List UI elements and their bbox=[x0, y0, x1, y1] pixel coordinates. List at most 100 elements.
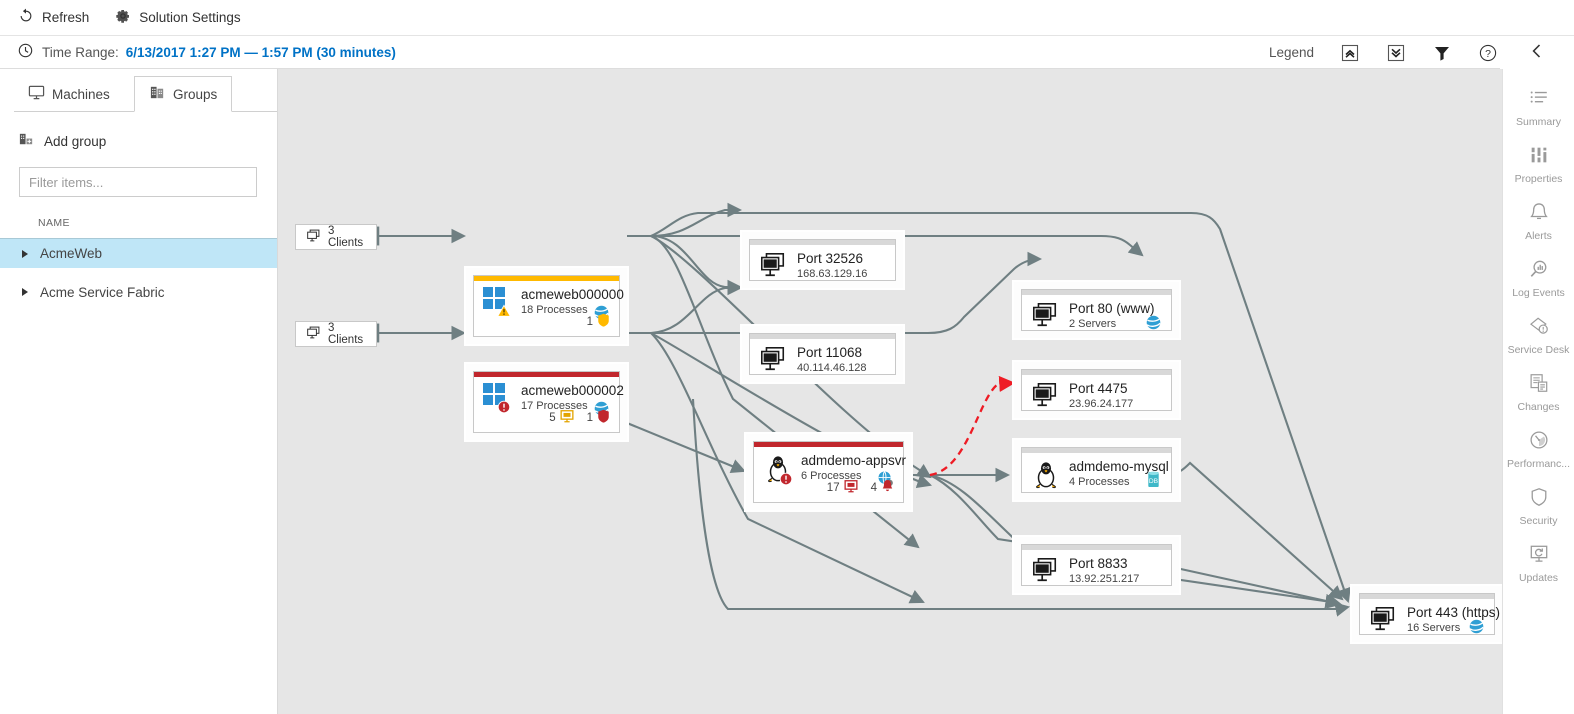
filter-icon[interactable] bbox=[1432, 43, 1452, 63]
badge-count: 1 bbox=[587, 412, 593, 424]
updates-icon bbox=[1528, 543, 1550, 568]
machine-name: acmeweb000002 bbox=[521, 383, 610, 398]
rail-item-summary[interactable]: Summary bbox=[1503, 79, 1574, 136]
rail-item-updates[interactable]: Updates bbox=[1503, 535, 1574, 592]
port-address: 23.96.24.177 bbox=[1069, 397, 1133, 411]
svg-text:DB: DB bbox=[1149, 478, 1159, 485]
group-row-acme-service-fabric[interactable]: Acme Service Fabric bbox=[0, 277, 277, 307]
clock-icon bbox=[18, 43, 33, 61]
add-group-icon bbox=[18, 131, 35, 151]
performance-gauge-icon bbox=[1528, 429, 1550, 454]
legend-button[interactable]: Legend bbox=[1269, 45, 1314, 60]
rail-item-service-desk[interactable]: Service Desk bbox=[1503, 307, 1574, 364]
port-node-11068[interactable]: Port 11068 40.114.46.128 bbox=[741, 325, 904, 383]
machine-node-admdemo-appsvr[interactable]: admdemo-appsvr 6 Processes 17 bbox=[745, 433, 912, 511]
monitor-icon bbox=[28, 84, 45, 104]
time-range-label: Time Range: bbox=[42, 45, 119, 60]
expand-caret-icon[interactable] bbox=[22, 288, 28, 296]
collapse-all-icon[interactable] bbox=[1340, 43, 1360, 63]
panel-tabs: Machines bbox=[0, 76, 277, 112]
rail-item-properties[interactable]: Properties bbox=[1503, 136, 1574, 193]
badge-security-warning[interactable]: 1 bbox=[587, 313, 610, 330]
machine-node-acmeweb000002[interactable]: acmeweb000002 17 Processes 5 bbox=[465, 363, 628, 441]
windows-icon bbox=[483, 383, 517, 415]
badge-monitor-critical[interactable]: 17 bbox=[827, 479, 858, 496]
expand-all-icon[interactable] bbox=[1386, 43, 1406, 63]
port-node-32526[interactable]: Port 32526 168.63.129.16 bbox=[741, 231, 904, 289]
machine-badges: 5 1 bbox=[549, 409, 610, 426]
servers-icon bbox=[1031, 556, 1065, 588]
rail-item-log-events[interactable]: Log Events bbox=[1503, 250, 1574, 307]
machine-node-acmeweb000000[interactable]: acmeweb000000 18 Processes 1 bbox=[465, 267, 628, 345]
right-rail: Summary Properties bbox=[1502, 69, 1574, 714]
refresh-icon bbox=[18, 8, 34, 27]
group-row-acmeweb[interactable]: AcmeWeb bbox=[0, 238, 277, 268]
machine-name: acmeweb000000 bbox=[521, 287, 610, 302]
servers-icon bbox=[1369, 605, 1403, 637]
machine-badges: 17 4 bbox=[827, 479, 894, 496]
bell-critical-icon bbox=[881, 479, 894, 496]
failed-connection-edge bbox=[930, 383, 1013, 475]
time-range-value[interactable]: 6/13/2017 1:27 PM — 1:57 PM (30 minutes) bbox=[126, 45, 396, 60]
port-node-443[interactable]: Port 443 (https) 16 Servers bbox=[1351, 585, 1502, 643]
time-range-bar: Time Range: 6/13/2017 1:27 PM — 1:57 PM … bbox=[0, 36, 1574, 69]
rail-item-performance[interactable]: Performanc... bbox=[1503, 421, 1574, 478]
machine-name: admdemo-appsvr bbox=[801, 453, 894, 468]
critical-badge-icon bbox=[497, 400, 511, 414]
badge-monitor-warning[interactable]: 5 bbox=[549, 409, 573, 426]
help-icon[interactable]: ? bbox=[1478, 43, 1498, 63]
shield-warning-icon bbox=[597, 313, 610, 330]
filter-input[interactable] bbox=[19, 167, 257, 197]
servers-icon bbox=[759, 345, 793, 377]
port-address: 13.92.251.217 bbox=[1069, 572, 1139, 586]
linux-icon bbox=[763, 453, 797, 485]
client-label: 3 Clients bbox=[328, 225, 366, 249]
servers-icon bbox=[1031, 381, 1065, 413]
add-group-label: Add group bbox=[44, 134, 106, 149]
group-name: AcmeWeb bbox=[40, 246, 102, 261]
log-events-icon bbox=[1528, 258, 1550, 283]
badge-alerts-critical[interactable]: 4 bbox=[871, 479, 894, 496]
rail-item-security[interactable]: Security bbox=[1503, 478, 1574, 535]
groups-icon bbox=[149, 84, 166, 104]
port-address: 40.114.46.128 bbox=[797, 361, 867, 375]
badge-count: 1 bbox=[587, 316, 593, 328]
dependency-agent-icon bbox=[1145, 314, 1162, 334]
machine-badges: 1 bbox=[587, 313, 610, 330]
tab-machines-label: Machines bbox=[52, 87, 110, 102]
expand-caret-icon[interactable] bbox=[22, 250, 28, 258]
rail-label: Properties bbox=[1515, 173, 1563, 185]
linux-icon bbox=[1031, 459, 1065, 491]
tab-machines[interactable]: Machines bbox=[14, 76, 124, 112]
solution-settings-button[interactable]: Solution Settings bbox=[115, 8, 240, 27]
port-node-80[interactable]: Port 80 (www) 2 Servers bbox=[1013, 281, 1180, 339]
port-node-4475[interactable]: Port 4475 23.96.24.177 bbox=[1013, 361, 1180, 419]
port-name: Port 11068 bbox=[797, 345, 867, 360]
port-address: 168.63.129.16 bbox=[797, 267, 867, 281]
solution-settings-label: Solution Settings bbox=[139, 10, 240, 25]
gear-icon bbox=[115, 8, 131, 27]
rail-item-changes[interactable]: Changes bbox=[1503, 364, 1574, 421]
rail-label: Service Desk bbox=[1508, 344, 1570, 356]
windows-icon bbox=[483, 287, 517, 319]
machine-node-admdemo-mysql[interactable]: admdemo-mysql 4 Processes DB bbox=[1013, 439, 1180, 501]
add-group-button[interactable]: Add group bbox=[18, 131, 277, 151]
client-node-3-clients-a[interactable]: 3 Clients bbox=[295, 224, 377, 250]
rail-label: Changes bbox=[1517, 401, 1559, 413]
refresh-label: Refresh bbox=[42, 10, 89, 25]
badge-count: 17 bbox=[827, 482, 840, 494]
rail-label: Updates bbox=[1519, 572, 1558, 584]
refresh-button[interactable]: Refresh bbox=[18, 8, 89, 27]
badge-count: 5 bbox=[549, 412, 555, 424]
port-node-8833[interactable]: Port 8833 13.92.251.217 bbox=[1013, 536, 1180, 594]
tab-groups[interactable]: Groups bbox=[134, 76, 232, 112]
rail-item-alerts[interactable]: Alerts bbox=[1503, 193, 1574, 250]
client-node-3-clients-b[interactable]: 3 Clients bbox=[295, 321, 377, 347]
badge-security-critical[interactable]: 1 bbox=[587, 409, 610, 426]
port-name: Port 32526 bbox=[797, 251, 867, 266]
collapse-right-panel-button[interactable] bbox=[1500, 36, 1574, 69]
service-desk-icon bbox=[1528, 315, 1550, 340]
monitor-critical-icon bbox=[844, 479, 858, 496]
alerts-bell-icon bbox=[1528, 201, 1550, 226]
service-map-canvas[interactable]: 3 Clients 3 Clients 2 Clients bbox=[278, 69, 1502, 714]
